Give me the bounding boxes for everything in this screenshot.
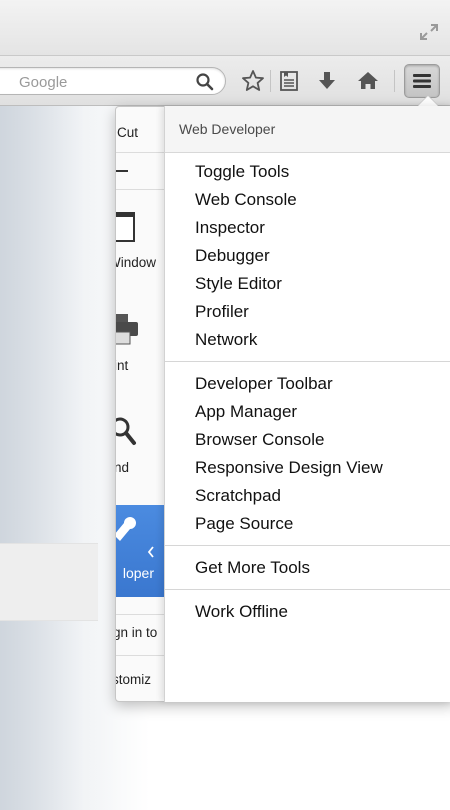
submenu-item-0-6[interactable]: Network bbox=[195, 327, 257, 353]
sign-in-to-sync[interactable]: gn in to bbox=[116, 625, 157, 640]
new-window-icon[interactable] bbox=[116, 211, 138, 243]
search-box[interactable] bbox=[0, 67, 226, 95]
submenu-item-0-3[interactable]: Debugger bbox=[195, 243, 270, 269]
find-label[interactable]: nd bbox=[116, 460, 129, 475]
web-developer-submenu: Web Developer Toggle Tools Web Console Ins… bbox=[164, 106, 450, 702]
submenu-item-1-0[interactable]: Developer Toolbar bbox=[195, 371, 333, 397]
menu-pointer-arrow bbox=[418, 96, 438, 106]
page-background bbox=[0, 0, 120, 810]
submenu-item-1-5[interactable]: Page Source bbox=[195, 511, 293, 537]
zoom-out-icon[interactable] bbox=[116, 170, 128, 172]
hamburger-menu-icon bbox=[413, 74, 431, 88]
bookmark-star-icon[interactable] bbox=[240, 68, 266, 94]
new-window-label[interactable]: Window bbox=[116, 255, 156, 270]
developer-tile[interactable] bbox=[116, 505, 166, 597]
menu-divider bbox=[116, 189, 166, 190]
wrench-icon bbox=[116, 517, 136, 541]
submenu-item-1-1[interactable]: App Manager bbox=[195, 399, 297, 425]
navigation-toolbar bbox=[0, 56, 450, 106]
developer-label[interactable]: loper bbox=[116, 565, 154, 581]
submenu-item-0-2[interactable]: Inspector bbox=[195, 215, 265, 241]
submenu-item-0-1[interactable]: Web Console bbox=[195, 187, 297, 213]
submenu-item-1-4[interactable]: Scratchpad bbox=[195, 483, 281, 509]
submenu-separator bbox=[165, 361, 450, 362]
title-bar bbox=[0, 0, 450, 56]
menu-divider bbox=[116, 655, 166, 656]
customize-button[interactable]: stomiz bbox=[116, 672, 151, 687]
search-input[interactable] bbox=[19, 72, 179, 92]
submenu-item-3-0[interactable]: Work Offline bbox=[195, 599, 288, 625]
page-content-block bbox=[0, 543, 98, 621]
find-magnifier-icon[interactable] bbox=[116, 415, 140, 449]
toolbar-separator bbox=[270, 70, 271, 92]
download-arrow-icon[interactable] bbox=[314, 68, 340, 94]
search-icon[interactable] bbox=[195, 72, 215, 92]
submenu-item-2-0[interactable]: Get More Tools bbox=[195, 555, 310, 581]
submenu-header: Web Developer bbox=[165, 106, 450, 153]
print-icon[interactable] bbox=[116, 312, 140, 346]
submenu-item-0-0[interactable]: Toggle Tools bbox=[195, 159, 289, 185]
menu-divider bbox=[116, 614, 166, 615]
fullscreen-icon[interactable] bbox=[418, 22, 440, 42]
open-menu-button[interactable] bbox=[404, 64, 440, 98]
home-icon[interactable] bbox=[355, 68, 381, 94]
submenu-separator bbox=[165, 589, 450, 590]
cut-button[interactable]: Cut bbox=[117, 125, 138, 140]
chevron-left-icon bbox=[147, 546, 154, 558]
print-label[interactable]: int bbox=[116, 358, 128, 373]
submenu-item-0-4[interactable]: Style Editor bbox=[195, 271, 282, 297]
bookmarks-list-icon[interactable] bbox=[276, 68, 302, 94]
submenu-item-1-3[interactable]: Responsive Design View bbox=[195, 455, 383, 481]
submenu-separator bbox=[165, 545, 450, 546]
toolbar-separator bbox=[394, 70, 395, 92]
submenu-item-0-5[interactable]: Profiler bbox=[195, 299, 249, 325]
submenu-title: Web Developer bbox=[179, 121, 276, 137]
menu-divider bbox=[116, 152, 166, 153]
submenu-item-1-2[interactable]: Browser Console bbox=[195, 427, 324, 453]
